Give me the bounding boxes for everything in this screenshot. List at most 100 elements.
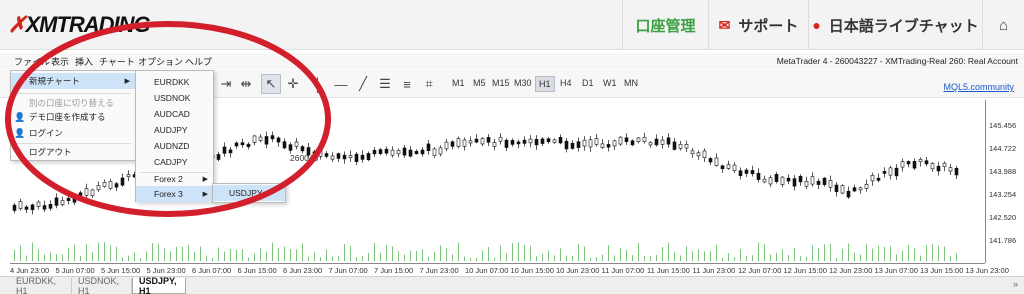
candle-body — [510, 140, 515, 145]
volume-bar — [272, 242, 273, 261]
candle-body — [534, 139, 539, 146]
candle-body — [774, 174, 779, 182]
time-label: 7 Jun 15:00 — [374, 266, 414, 275]
chart-shift-icon[interactable]: ⇹ — [236, 74, 256, 94]
volume-bar — [512, 243, 513, 261]
symbol-item[interactable]: AUDCAD — [136, 106, 213, 122]
time-label: 10 Jun 07:00 — [465, 266, 509, 275]
xm-logo[interactable]: ✗XMTRADING — [8, 12, 151, 38]
volume-bar — [182, 246, 183, 261]
menu-create-demo[interactable]: 👤 デモ口座を作成する — [11, 109, 135, 125]
candle-body — [558, 137, 563, 144]
timeframe-m1[interactable]: M1 — [449, 76, 468, 90]
timeframe-h4[interactable]: H4 — [557, 76, 575, 90]
forex3-submenu: USDJPY — [212, 183, 286, 203]
candle-body — [228, 149, 233, 154]
candle-body — [894, 167, 899, 177]
candle-body — [756, 172, 761, 180]
volume-bar — [758, 242, 759, 261]
candle-body — [942, 162, 947, 168]
menu-options[interactable]: オプション — [138, 55, 183, 68]
timeframe-mn[interactable]: MN — [621, 76, 641, 90]
volume-bar — [590, 257, 591, 261]
volume-bar — [50, 252, 51, 261]
timeframe-m5[interactable]: M5 — [470, 76, 489, 90]
candle-body — [636, 137, 641, 142]
menu-chart[interactable]: チャート — [99, 55, 135, 68]
timeframe-d1[interactable]: D1 — [579, 76, 597, 90]
symbol-usdjpy[interactable]: USDJPY — [213, 185, 285, 201]
chart-tabs: EURDKK, H1 USDNOK, H1 USDJPY, H1 » — [0, 276, 1024, 294]
menu-file[interactable]: ファイル — [14, 55, 50, 68]
candle-body — [108, 181, 113, 189]
menu-insert[interactable]: 挿入 — [75, 55, 93, 68]
volume-bar — [494, 257, 495, 261]
tab-eurdkk[interactable]: EURDKK, H1 — [10, 276, 72, 294]
autoscroll-icon[interactable]: ⇥ — [216, 74, 236, 94]
volume-bar — [554, 255, 555, 261]
volume-bar — [596, 257, 597, 261]
volume-bar — [476, 257, 477, 261]
symbol-item[interactable]: USDNOK — [136, 90, 213, 106]
volume-bar — [236, 249, 237, 261]
text-label-icon[interactable]: ☰ — [375, 74, 395, 94]
menu-new-chart[interactable]: 新規チャート ▶ — [11, 73, 135, 89]
timeframe-m15[interactable]: M15 — [489, 76, 513, 90]
timeframe-w1[interactable]: W1 — [600, 76, 620, 90]
tab-usdjpy[interactable]: USDJPY, H1 — [132, 276, 186, 294]
candle-body — [846, 190, 851, 198]
vertical-line-icon[interactable]: │ — [308, 74, 328, 94]
menu-forex-3[interactable]: Forex 3 ▶ — [136, 186, 213, 202]
volume-bar — [776, 252, 777, 261]
menu-logout[interactable]: ログアウト — [11, 144, 135, 160]
candle-body — [540, 138, 545, 144]
candle-body — [378, 149, 383, 154]
volume-bar — [830, 243, 831, 261]
volume-bar — [698, 249, 699, 261]
candle-body — [114, 183, 119, 188]
candle-body — [600, 143, 605, 148]
shapes-icon[interactable]: ⌗ — [419, 74, 439, 94]
menu-forex-2[interactable]: Forex 2 ▶ — [136, 171, 213, 187]
menu-help[interactable]: ヘルプ — [185, 55, 212, 68]
candle-body — [876, 177, 881, 181]
support-link[interactable]: ✉ サポート — [708, 0, 808, 50]
home-button[interactable]: ⌂ — [982, 0, 1024, 50]
candle-body — [492, 142, 497, 147]
account-management-link[interactable]: 口座管理 — [622, 0, 708, 50]
candle-body — [732, 164, 737, 172]
symbol-item[interactable]: EURDKK — [136, 74, 213, 90]
candle-body — [222, 146, 227, 154]
volume-bar — [368, 252, 369, 261]
mql5-community-link[interactable]: MQL5.community — [943, 82, 1014, 92]
price-label: 143.254 — [989, 190, 1017, 199]
fibonacci-icon[interactable]: ≡ — [397, 74, 417, 94]
live-chat-link[interactable]: ● 日本語ライブチャット — [808, 0, 982, 50]
timeframe-m30[interactable]: M30 — [511, 76, 535, 90]
horizontal-line-icon[interactable]: — — [331, 74, 351, 94]
volume-bar — [884, 246, 885, 261]
candle-body — [456, 138, 461, 147]
tabs-scroll-icon[interactable]: » — [1013, 279, 1018, 289]
volume-bar — [578, 244, 579, 261]
menu-login[interactable]: 👤 ログイン — [11, 125, 135, 141]
volume-bar — [164, 248, 165, 261]
timeframe-h1[interactable]: H1 — [535, 76, 555, 92]
candle-body — [648, 142, 653, 146]
symbol-item[interactable]: CADJPY — [136, 154, 213, 170]
volume-bar — [74, 244, 75, 261]
candle-body — [420, 149, 425, 155]
cursor-icon[interactable]: ↖ — [261, 74, 281, 94]
tab-usdnok[interactable]: USDNOK, H1 — [72, 276, 132, 294]
volume-bar — [398, 251, 399, 261]
candle-body — [708, 158, 713, 163]
volume-bar — [308, 256, 309, 261]
menu-view[interactable]: 表示 — [51, 55, 69, 68]
crosshair-icon[interactable]: ✛ — [283, 74, 303, 94]
volume-bar — [506, 253, 507, 261]
symbol-item[interactable]: AUDJPY — [136, 122, 213, 138]
symbol-item[interactable]: AUDNZD — [136, 138, 213, 154]
volume-bar — [710, 251, 711, 261]
trendline-icon[interactable]: ╱ — [353, 74, 373, 94]
candle-body — [342, 154, 347, 160]
